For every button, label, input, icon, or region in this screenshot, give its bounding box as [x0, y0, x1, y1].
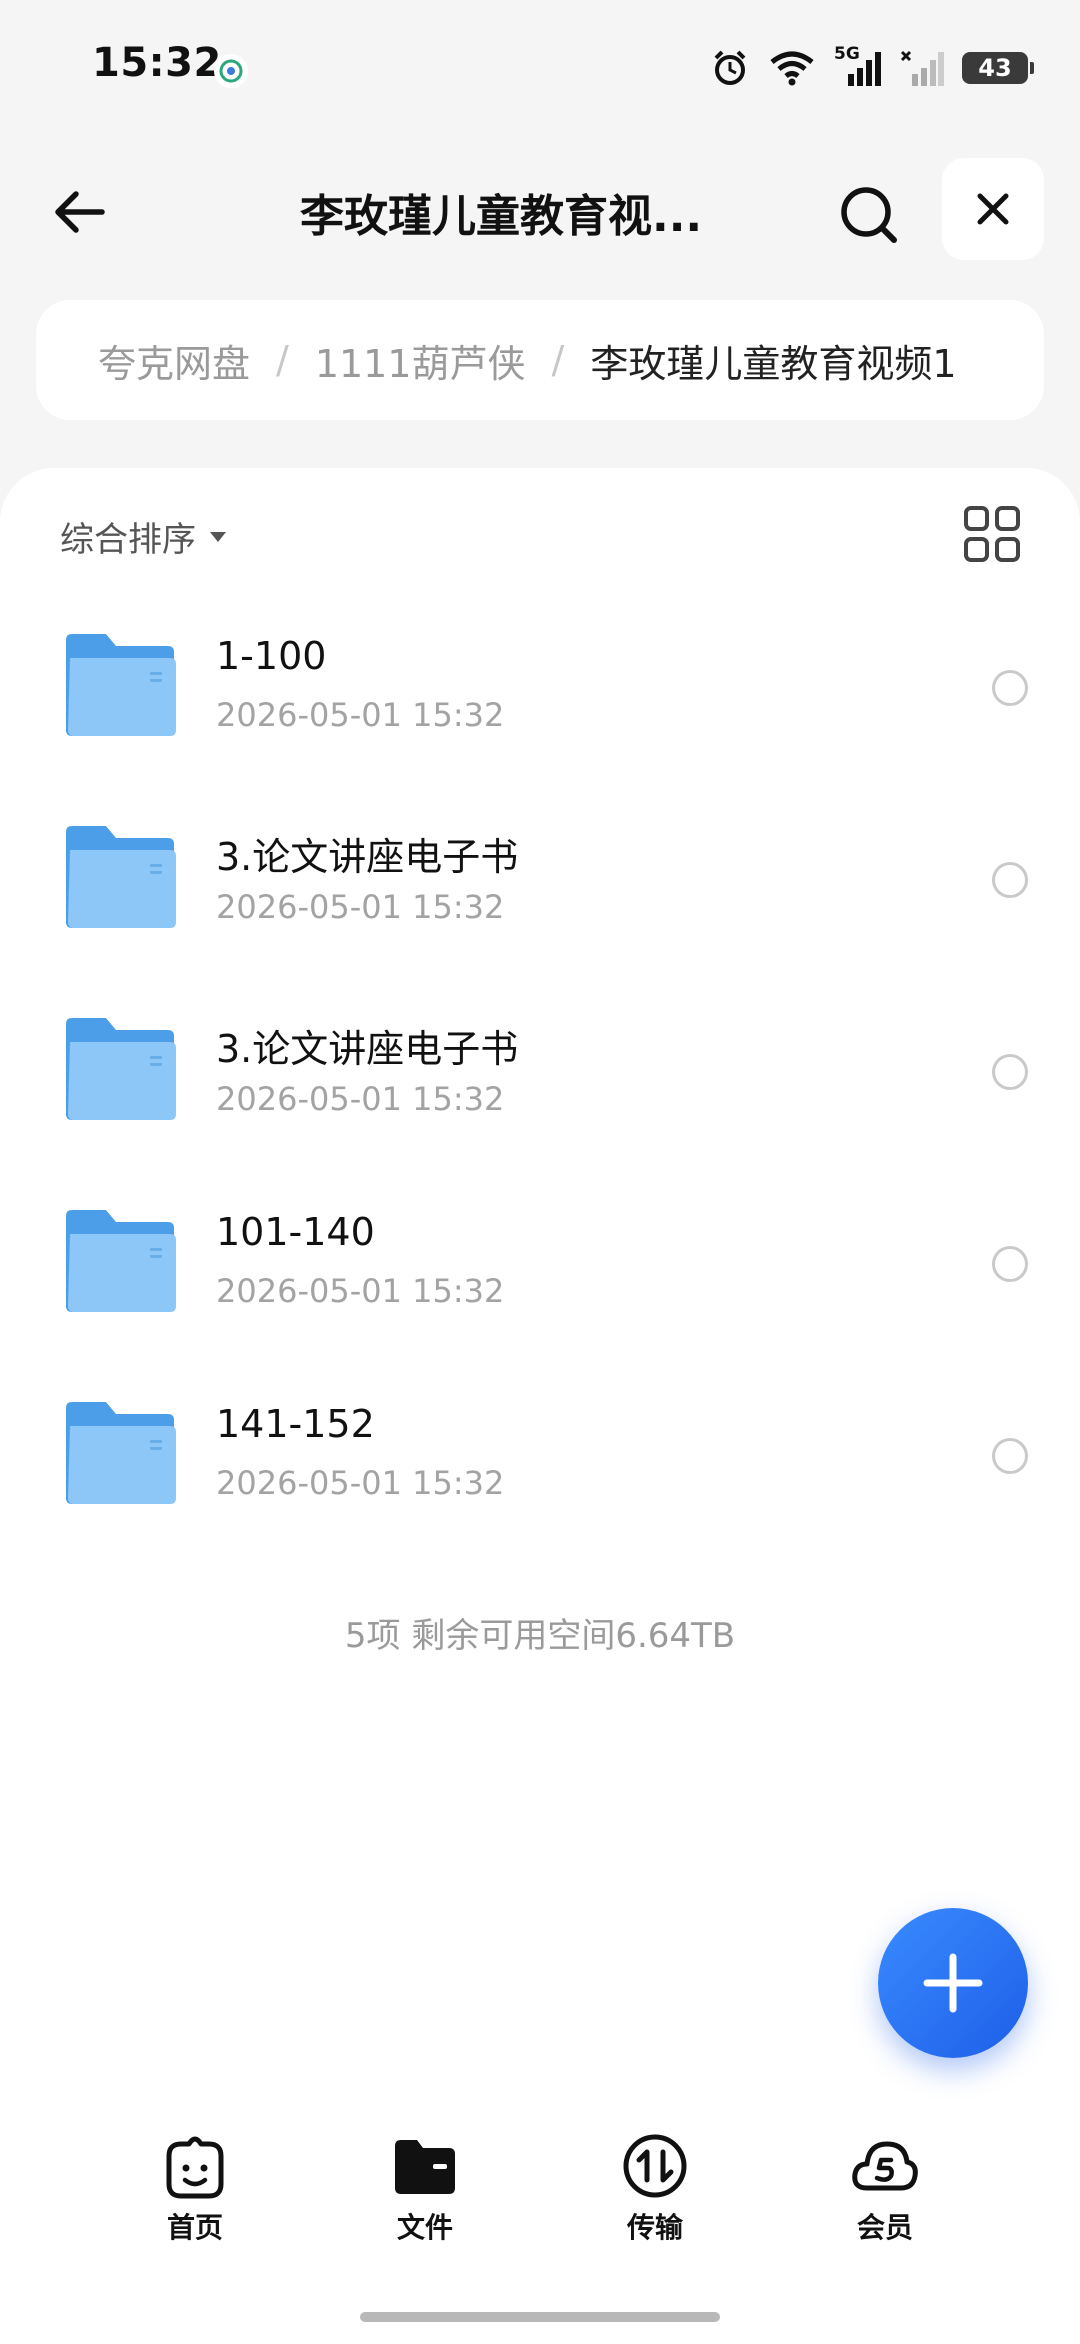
select-radio[interactable] — [992, 1438, 1028, 1474]
select-radio[interactable] — [992, 862, 1028, 898]
select-radio[interactable] — [992, 1246, 1028, 1282]
select-radio[interactable] — [992, 670, 1028, 706]
signal-icon-secondary — [900, 50, 944, 86]
nav-label: 传输 — [626, 2211, 683, 2244]
folder-icon — [66, 1210, 176, 1312]
list-item[interactable]: 3.论文讲座电子书 2026-05-01 15:32 — [0, 976, 1080, 1168]
breadcrumb-item-current: 李玫瑾儿童教育视频1 — [590, 341, 957, 386]
list-item[interactable]: 101-140 2026-05-01 15:32 — [0, 1168, 1080, 1360]
folder-icon — [66, 1402, 176, 1504]
file-name: 3.论文讲座电子书 — [216, 835, 519, 879]
file-name: 141-152 — [216, 1402, 375, 1446]
status-bar: 15:32 5G 43 — [0, 0, 1080, 140]
breadcrumb-separator: / — [551, 338, 565, 382]
arrow-left-icon — [55, 191, 105, 233]
sort-dropdown[interactable]: 综合排序 — [60, 512, 228, 561]
breadcrumb-item-root[interactable]: 夸克网盘 — [98, 333, 250, 388]
nav-label: 首页 — [166, 2211, 223, 2244]
home-indicator[interactable] — [360, 2312, 720, 2322]
file-name: 1-100 — [216, 634, 327, 678]
list-item[interactable]: 1-100 2026-05-01 15:32 — [0, 592, 1080, 784]
battery-level: 43 — [978, 54, 1012, 82]
list-item[interactable]: 141-152 2026-05-01 15:32 — [0, 1360, 1080, 1552]
battery-icon: 43 — [962, 52, 1034, 84]
breadcrumb-item-parent[interactable]: 1111葫芦侠 — [315, 333, 526, 388]
file-date: 2026-05-01 15:32 — [216, 696, 505, 734]
search-button[interactable] — [830, 176, 910, 256]
breadcrumb-separator: / — [276, 338, 289, 382]
alarm-icon — [714, 50, 746, 85]
select-radio[interactable] — [992, 1054, 1028, 1090]
file-name: 3.论文讲座电子书 — [216, 1027, 519, 1071]
breadcrumb: 夸克网盘 / 1111葫芦侠 / 李玫瑾儿童教育视频1 — [36, 300, 1044, 420]
file-panel: 综合排序 1-100 2026-05-01 15:32 3.论文讲座电子书 20… — [0, 468, 1080, 2344]
file-name: 101-140 — [216, 1210, 375, 1254]
close-icon — [977, 193, 1009, 225]
nav-label: 文件 — [396, 2211, 453, 2244]
carrier-icon — [214, 54, 248, 88]
bottom-nav: 首页 文件 传输 会员 — [0, 2130, 1080, 2280]
home-face-icon — [159, 2130, 231, 2202]
plus-icon — [923, 1953, 983, 2013]
nav-item-home[interactable]: 首页 — [125, 2130, 265, 2280]
transfer-icon — [619, 2130, 691, 2202]
folder-icon — [66, 634, 176, 736]
wifi-icon — [770, 51, 814, 86]
header: 李玫瑾儿童教育视... — [0, 140, 1080, 280]
caret-down-icon — [210, 531, 226, 542]
file-list: 1-100 2026-05-01 15:32 3.论文讲座电子书 2026-05… — [0, 592, 1080, 1552]
status-time: 15:32 — [92, 40, 222, 86]
sort-label: 综合排序 — [60, 520, 196, 560]
file-date: 2026-05-01 15:32 — [216, 1080, 505, 1118]
folder-icon — [66, 1018, 176, 1120]
signal-icon: 5G — [834, 44, 882, 88]
page-title: 李玫瑾儿童教育视... — [300, 191, 703, 242]
cloud-member-icon — [849, 2130, 921, 2202]
add-button[interactable] — [878, 1908, 1028, 2058]
nav-item-transfer[interactable]: 传输 — [585, 2130, 725, 2280]
storage-summary: 5项 剩余可用空间6.64TB — [344, 1616, 736, 1656]
nav-item-member[interactable]: 会员 — [815, 2130, 955, 2280]
nav-label: 会员 — [856, 2211, 913, 2244]
close-button[interactable] — [942, 158, 1044, 260]
file-date: 2026-05-01 15:32 — [216, 888, 505, 926]
status-icons: 5G 43 — [710, 44, 1034, 90]
nav-item-files[interactable]: 文件 — [355, 2130, 495, 2280]
file-date: 2026-05-01 15:32 — [216, 1272, 505, 1310]
list-item[interactable]: 3.论文讲座电子书 2026-05-01 15:32 — [0, 784, 1080, 976]
search-icon — [841, 187, 897, 243]
folder-icon — [389, 2130, 461, 2202]
folder-icon — [66, 826, 176, 928]
grid-view-icon[interactable] — [964, 506, 1020, 562]
file-date: 2026-05-01 15:32 — [216, 1464, 505, 1502]
back-button[interactable] — [40, 172, 120, 252]
